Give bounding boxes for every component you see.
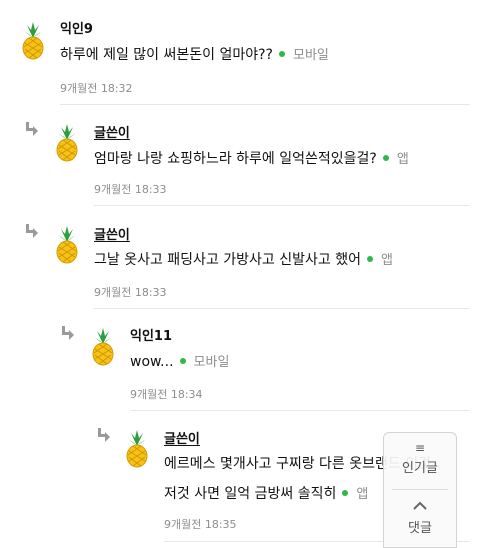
- reply-arrow-icon: [60, 326, 74, 340]
- comment-nickname[interactable]: 글쓴이: [94, 224, 130, 243]
- comment-text: 하루에 제일 많이 써본돈이 얼마야?? 모바일: [60, 40, 329, 71]
- comment-source: 모바일: [193, 355, 230, 370]
- comment-timestamp: 9개월전 18:32: [60, 82, 133, 95]
- divider: [130, 410, 470, 411]
- popular-label: 인기글: [402, 461, 438, 476]
- pineapple-avatar-icon: [16, 22, 50, 60]
- comment-nickname[interactable]: 익인9: [60, 18, 93, 37]
- online-dot-icon: [179, 358, 186, 364]
- comment-text: 엄마랑 나랑 쇼핑하느라 하루에 일억쓴적있을걸? 앱: [94, 144, 409, 175]
- pineapple-avatar-icon: [120, 430, 154, 468]
- comment-timestamp: 9개월전 18:33: [94, 286, 167, 299]
- comment-nickname[interactable]: 글쓴이: [94, 122, 130, 141]
- online-dot-icon: [382, 155, 389, 161]
- comment-timestamp: 9개월전 18:35: [164, 518, 237, 531]
- reply-arrow-icon: [24, 224, 38, 238]
- pineapple-avatar-icon: [50, 226, 84, 264]
- online-dot-icon: [366, 256, 373, 262]
- online-dot-icon: [278, 51, 285, 57]
- comment-timestamp: 9개월전 18:34: [130, 388, 203, 401]
- comment-nickname[interactable]: 글쓴이: [164, 428, 200, 447]
- comment-text: wow... 모바일: [130, 347, 229, 378]
- comment-source: 모바일: [292, 48, 329, 63]
- floating-side-panel: ≡ 인기글 댓글: [383, 432, 457, 548]
- comment-source: 앱: [356, 487, 369, 502]
- comment-source: 앱: [396, 152, 409, 167]
- online-dot-icon: [342, 490, 349, 496]
- pineapple-avatar-icon: [86, 328, 120, 366]
- divider: [392, 489, 448, 490]
- comment-body: 그날 옷사고 패딩사고 가방사고 신발사고 했어: [94, 252, 361, 268]
- comment-text-line2: 저것 사면 일억 금방써 솔직히 앱: [164, 479, 368, 510]
- reply-arrow-icon: [96, 428, 110, 442]
- comment-body: 저것 사면 일억 금방써 솔직히: [164, 486, 337, 502]
- comment-nickname[interactable]: 익인11: [130, 325, 172, 344]
- comment-body: 하루에 제일 많이 써본돈이 얼마야??: [60, 47, 273, 63]
- comments-label: 댓글: [408, 521, 432, 536]
- divider: [94, 205, 470, 206]
- comment-source: 앱: [380, 253, 393, 268]
- reply-arrow-icon: [24, 122, 38, 136]
- chevron-up-icon: [413, 501, 427, 510]
- divider: [94, 308, 470, 309]
- pineapple-avatar-icon: [50, 124, 84, 162]
- comment-timestamp: 9개월전 18:33: [94, 183, 167, 196]
- divider: [60, 104, 470, 105]
- comment-body: 엄마랑 나랑 쇼핑하느라 하루에 일억쓴적있을걸?: [94, 151, 377, 167]
- comments-button[interactable]: 댓글: [384, 495, 456, 545]
- menu-icon: ≡: [414, 441, 426, 455]
- popular-posts-button[interactable]: ≡ 인기글: [384, 437, 456, 487]
- comment-text: 그날 옷사고 패딩사고 가방사고 신발사고 했어 앱: [94, 245, 393, 276]
- comment-body: wow...: [130, 354, 174, 370]
